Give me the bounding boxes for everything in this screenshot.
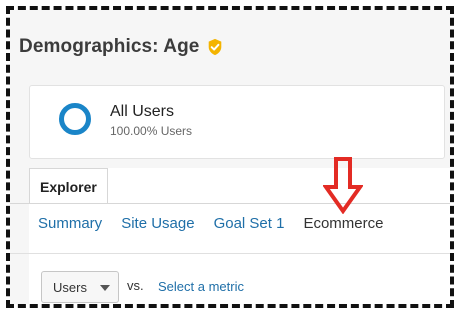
primary-metric-label: Users — [53, 280, 87, 295]
report-panel: Demographics: Age All Users 100.00% User… — [10, 10, 450, 304]
screenshot-frame: Demographics: Age All Users 100.00% User… — [6, 6, 454, 308]
tab-explorer[interactable]: Explorer — [29, 168, 108, 204]
caret-down-icon — [100, 285, 110, 291]
vs-label: vs. — [127, 278, 144, 293]
tab-divider — [10, 203, 450, 204]
primary-metric-dropdown[interactable]: Users — [41, 271, 119, 303]
down-arrow-icon — [323, 157, 363, 214]
segment-ring-icon — [59, 103, 91, 135]
page-title: Demographics: Age — [19, 36, 200, 57]
subnav-goal-set-1[interactable]: Goal Set 1 — [214, 215, 285, 232]
subnav-ecommerce[interactable]: Ecommerce — [303, 215, 383, 232]
segment-name: All Users — [110, 103, 175, 120]
select-metric-link[interactable]: Select a metric — [158, 279, 244, 294]
subnav-site-usage[interactable]: Site Usage — [121, 215, 194, 232]
explorer-subnav: Summary Site Usage Goal Set 1 Ecommerce — [38, 215, 402, 232]
explorer-area: Explorer Summary Site Usage Goal Set 1 E… — [10, 168, 450, 304]
segment-percentage: 100.00% Users — [110, 124, 193, 138]
verified-badge-icon — [209, 38, 222, 56]
subnav-summary[interactable]: Summary — [38, 215, 102, 232]
segment-card[interactable]: All Users 100.00% Users — [29, 85, 445, 159]
page-header: Demographics: Age — [19, 36, 224, 58]
subnav-divider — [10, 253, 450, 254]
